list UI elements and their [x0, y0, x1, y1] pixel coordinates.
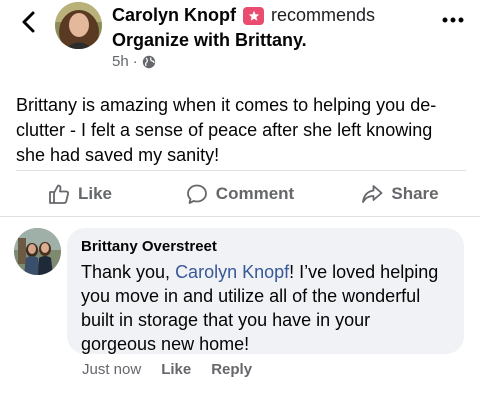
comment-text-start: Thank you, — [81, 262, 176, 282]
recommends-label: recommends — [271, 5, 376, 25]
author-avatar[interactable] — [55, 2, 102, 49]
mention-link[interactable]: Carolyn Knopf — [175, 262, 289, 282]
post-attribution: Carolyn Knopf recommends — [112, 5, 375, 26]
globe-icon — [142, 55, 156, 69]
author-name[interactable]: Carolyn Knopf — [112, 5, 236, 26]
meta-separator: · — [132, 53, 138, 70]
divider — [0, 216, 480, 217]
comment-button[interactable]: Comment — [160, 172, 320, 216]
share-button[interactable]: Share — [320, 172, 480, 216]
post-actions: Like Comment Share — [0, 172, 480, 216]
post-header: Carolyn Knopf recommends Organize with B… — [0, 0, 480, 80]
post-text: Brittany is amazing when it comes to hel… — [16, 95, 437, 165]
comment-meta: Just now Like Reply — [82, 361, 252, 378]
divider — [16, 170, 466, 171]
recommended-page-name[interactable]: Organize with Brittany. — [112, 30, 307, 51]
post-meta: 5h · — [112, 53, 156, 70]
thumbs-up-icon — [48, 183, 70, 205]
comment-time: Just now — [82, 361, 142, 378]
comment-text: Thank you, Carolyn Knopf! I’ve loved hel… — [81, 260, 450, 356]
comment-label: Comment — [215, 184, 295, 203]
comment-icon — [186, 183, 208, 205]
like-label: Like — [77, 184, 113, 203]
post-time[interactable]: 5h — [112, 53, 129, 70]
more-dots-icon[interactable] — [440, 10, 466, 30]
share-label: Share — [391, 184, 439, 203]
like-button[interactable]: Like — [0, 172, 160, 216]
share-icon — [361, 183, 383, 205]
commenter-name[interactable]: Brittany Overstreet — [81, 237, 450, 257]
back-arrow-icon[interactable] — [16, 8, 40, 36]
comment-reply-button[interactable]: Reply — [211, 361, 252, 378]
recommend-badge-icon — [243, 6, 264, 25]
comment-bubble: Brittany Overstreet Thank you, Carolyn K… — [67, 228, 464, 354]
commenter-avatar[interactable] — [14, 228, 61, 275]
comment-like-button[interactable]: Like — [161, 361, 191, 378]
